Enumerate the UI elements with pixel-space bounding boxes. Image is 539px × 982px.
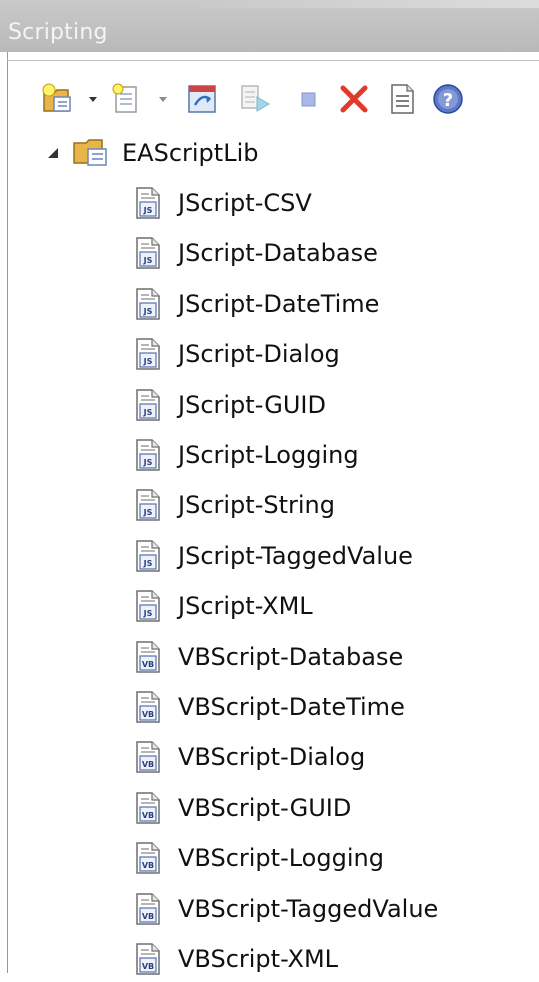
expanded-triangle-icon[interactable] (44, 144, 62, 162)
properties-icon (391, 84, 414, 114)
script-name: JScript-CSV (178, 189, 312, 217)
svg-text:VB: VB (142, 811, 154, 820)
stop-button[interactable] (288, 80, 328, 118)
svg-text:JS: JS (143, 206, 153, 215)
script-list-item[interactable]: VB VBScript-XML (132, 936, 338, 982)
run-script-button[interactable] (235, 80, 275, 118)
script-file-icon: JS (136, 489, 160, 522)
svg-text:JS: JS (143, 559, 153, 568)
dropdown-arrow-icon (89, 97, 97, 102)
script-list-item[interactable]: JS JScript-GUID (132, 382, 326, 428)
script-name: VBScript-DateTime (178, 693, 405, 721)
new-group-button[interactable] (40, 80, 104, 118)
script-list-item[interactable]: JS JScript-XML (132, 583, 313, 629)
refresh-icon (188, 85, 216, 113)
svg-text:VB: VB (142, 912, 154, 921)
svg-text:JS: JS (143, 307, 153, 316)
titlebar-highlight (200, 0, 539, 8)
panel-left-border (7, 52, 8, 973)
script-name: VBScript-Database (178, 642, 404, 671)
svg-text:VB: VB (142, 861, 154, 870)
help-button[interactable]: ? (428, 80, 468, 118)
script-name: JScript-Database (178, 239, 378, 268)
tree-root-eascriptlib[interactable]: EAScriptLib (44, 130, 258, 176)
script-list-item[interactable]: VB VBScript-DateTime (132, 684, 405, 730)
panel-titlebar: Scripting (0, 0, 539, 52)
script-list-item[interactable]: JS JScript-Dialog (132, 331, 340, 377)
svg-text:JS: JS (143, 408, 153, 417)
script-name: JScript-Logging (178, 441, 359, 469)
script-name: JScript-Dialog (178, 340, 340, 369)
svg-text:?: ? (443, 90, 453, 111)
script-list-item[interactable]: VB VBScript-TaggedValue (132, 886, 438, 932)
svg-text:VB: VB (142, 710, 154, 719)
svg-text:VB: VB (142, 962, 154, 971)
script-name: VBScript-Dialog (178, 743, 366, 772)
script-file-icon: JS (136, 590, 160, 622)
delete-button[interactable] (334, 80, 374, 118)
script-file-icon: VB (136, 943, 160, 975)
script-name: VBScript-Logging (178, 844, 384, 873)
script-file-icon: JS (136, 288, 160, 320)
svg-text:VB: VB (142, 760, 154, 769)
script-name: VBScript-GUID (178, 793, 352, 822)
help-icon: ? (433, 84, 463, 114)
script-file-icon: JS (136, 338, 160, 370)
svg-text:JS: JS (143, 508, 153, 517)
script-name: VBScript-TaggedValue (178, 894, 439, 923)
new-script-button[interactable] (110, 80, 174, 118)
script-file-icon: VB (136, 741, 160, 774)
script-file-icon: VB (136, 892, 160, 925)
script-list-item[interactable]: VB VBScript-Database (132, 634, 403, 680)
script-file-icon: VB (136, 691, 160, 723)
script-list-item[interactable]: JS JScript-Logging (132, 432, 359, 478)
svg-text:VB: VB (142, 660, 154, 669)
new-script-icon (112, 83, 167, 113)
panel-top-border (7, 60, 539, 61)
svg-text:JS: JS (143, 256, 153, 265)
script-file-icon: JS (136, 540, 160, 572)
refresh-button[interactable] (182, 80, 222, 118)
script-list-item[interactable]: JS JScript-TaggedValue (132, 533, 413, 579)
svg-text:JS: JS (143, 357, 153, 366)
script-list-item[interactable]: JS JScript-CSV (132, 180, 312, 226)
script-file-icon: JS (136, 439, 160, 471)
script-name: JScript-DateTime (178, 289, 380, 318)
script-file-icon: VB (136, 792, 160, 824)
script-name: VBScript-XML (178, 945, 339, 973)
script-list-item[interactable]: JS JScript-String (132, 482, 335, 528)
script-file-icon: VB (136, 842, 160, 874)
properties-button[interactable] (382, 80, 422, 118)
svg-text:JS: JS (143, 609, 153, 618)
script-folder-icon (73, 139, 107, 166)
script-list-item[interactable]: VB VBScript-GUID (132, 785, 351, 831)
script-file-icon: JS (136, 388, 160, 421)
script-list-item[interactable]: VB VBScript-Dialog (132, 734, 365, 780)
script-file-icon: JS (136, 237, 160, 270)
delete-icon (340, 85, 368, 113)
script-name: JScript-TaggedValue (178, 541, 413, 570)
panel-title: Scripting (8, 20, 108, 45)
dropdown-arrow-icon (159, 97, 167, 102)
script-list-item[interactable]: JS JScript-DateTime (132, 281, 379, 327)
script-list-item[interactable]: VB VBScript-Logging (132, 835, 384, 881)
script-file-icon: VB (136, 640, 160, 673)
script-name: JScript-GUID (178, 390, 326, 419)
script-file-icon: JS (136, 187, 160, 219)
stop-icon (301, 92, 316, 107)
run-script-icon (241, 85, 270, 112)
script-list-item[interactable]: JS JScript-Database (132, 230, 378, 276)
script-name: JScript-String (178, 491, 335, 520)
svg-text:JS: JS (143, 458, 153, 467)
tree-root-label: EAScriptLib (122, 139, 259, 167)
new-group-icon (42, 83, 97, 112)
script-name: JScript-XML (178, 592, 313, 621)
